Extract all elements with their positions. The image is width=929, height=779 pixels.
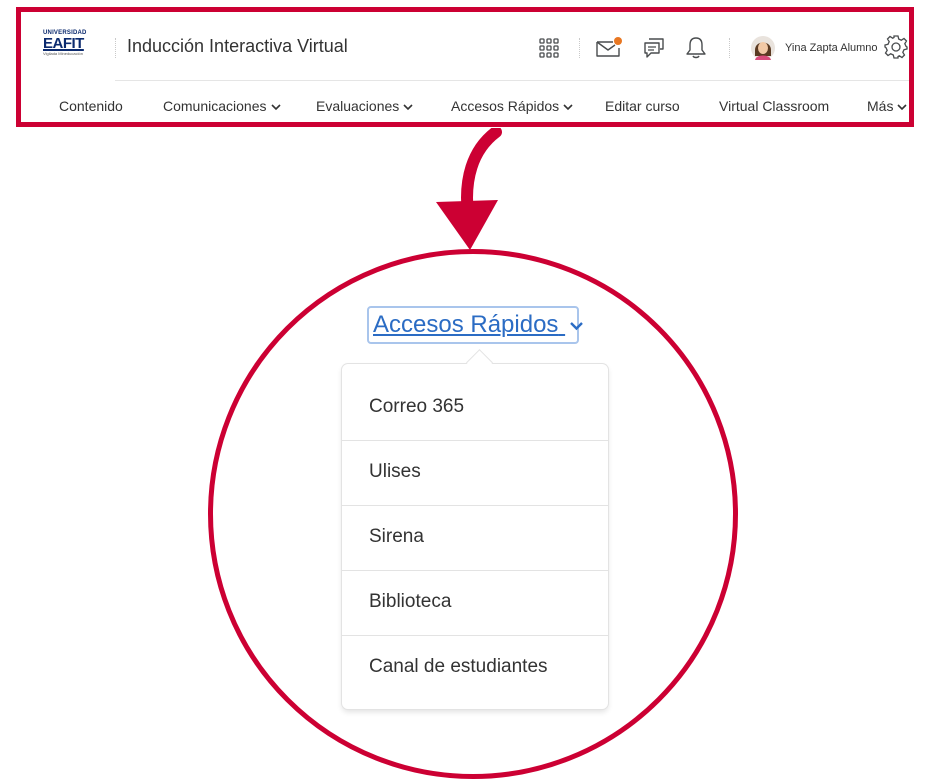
chat-icon[interactable]: [642, 36, 666, 65]
menu-item-sirena[interactable]: Sirena: [342, 506, 608, 571]
nav-label: Evaluaciones: [316, 98, 400, 114]
course-navbar: Contenido Comunicaciones Evaluaciones Ac…: [21, 86, 909, 126]
nav-item-accesos-rapidos[interactable]: Accesos Rápidos: [451, 98, 573, 114]
header-divider: [115, 80, 909, 81]
menu-item-correo-365[interactable]: Correo 365: [342, 376, 608, 441]
chevron-down-icon: [570, 321, 583, 330]
highlight-frame: UNIVERSIDAD EAFIT Vigilada Mineducación …: [16, 7, 914, 127]
top-bar: UNIVERSIDAD EAFIT Vigilada Mineducación …: [21, 12, 909, 82]
eafit-logo[interactable]: UNIVERSIDAD EAFIT Vigilada Mineducación: [43, 30, 99, 66]
menu-item-label: Ulises: [369, 461, 421, 482]
nav-label: Comunicaciones: [163, 98, 267, 114]
logo-line2: EAFIT: [43, 35, 84, 52]
menu-item-canal-de-estudiantes[interactable]: Canal de estudiantes: [342, 636, 608, 700]
nav-label: Virtual Classroom: [719, 98, 830, 114]
divider: [579, 38, 580, 58]
nav-label: Editar curso: [605, 98, 680, 114]
notification-dot: [614, 37, 622, 45]
menu-item-label: Sirena: [369, 526, 424, 547]
menu-item-ulises[interactable]: Ulises: [342, 441, 608, 506]
divider: [729, 38, 730, 58]
menu-item-label: Canal de estudiantes: [369, 656, 548, 677]
nav-item-contenido[interactable]: Contenido: [59, 98, 123, 114]
nav-item-comunicaciones[interactable]: Comunicaciones: [163, 98, 281, 114]
nav-item-mas[interactable]: Más: [867, 98, 908, 114]
chevron-down-icon: [270, 104, 281, 110]
accesos-rapidos-dropdown-button[interactable]: Accesos Rápidos: [367, 306, 583, 344]
nav-label: Accesos Rápidos: [451, 98, 560, 114]
gear-icon[interactable]: [883, 34, 909, 65]
chevron-down-icon: [563, 104, 573, 110]
accesos-rapidos-menu: Correo 365 Ulises Sirena Biblioteca Cana…: [342, 364, 608, 709]
apps-grid-icon[interactable]: [539, 38, 559, 63]
menu-item-label: Correo 365: [369, 396, 465, 417]
menu-item-biblioteca[interactable]: Biblioteca: [342, 571, 608, 636]
chevron-down-icon: [403, 104, 413, 110]
nav-item-evaluaciones[interactable]: Evaluaciones: [316, 98, 413, 114]
chevron-down-icon: [897, 104, 908, 110]
nav-item-virtual-classroom[interactable]: Virtual Classroom: [719, 98, 829, 114]
dropdown-trigger-label: Accesos Rápidos: [373, 311, 559, 338]
menu-item-label: Biblioteca: [369, 591, 452, 612]
logo-line3: Vigilada Mineducación: [43, 51, 83, 56]
avatar[interactable]: [751, 36, 775, 65]
mail-icon[interactable]: [595, 36, 623, 63]
nav-label: Contenido: [59, 98, 123, 114]
bell-icon[interactable]: [685, 35, 707, 64]
course-title[interactable]: Inducción Interactiva Virtual: [127, 36, 348, 57]
user-name[interactable]: Yina Zapta Alumno: [785, 42, 878, 54]
nav-item-editar-curso[interactable]: Editar curso: [605, 98, 680, 114]
divider: [115, 38, 116, 58]
callout-arrow: [436, 128, 502, 250]
nav-label: Más: [867, 98, 894, 114]
